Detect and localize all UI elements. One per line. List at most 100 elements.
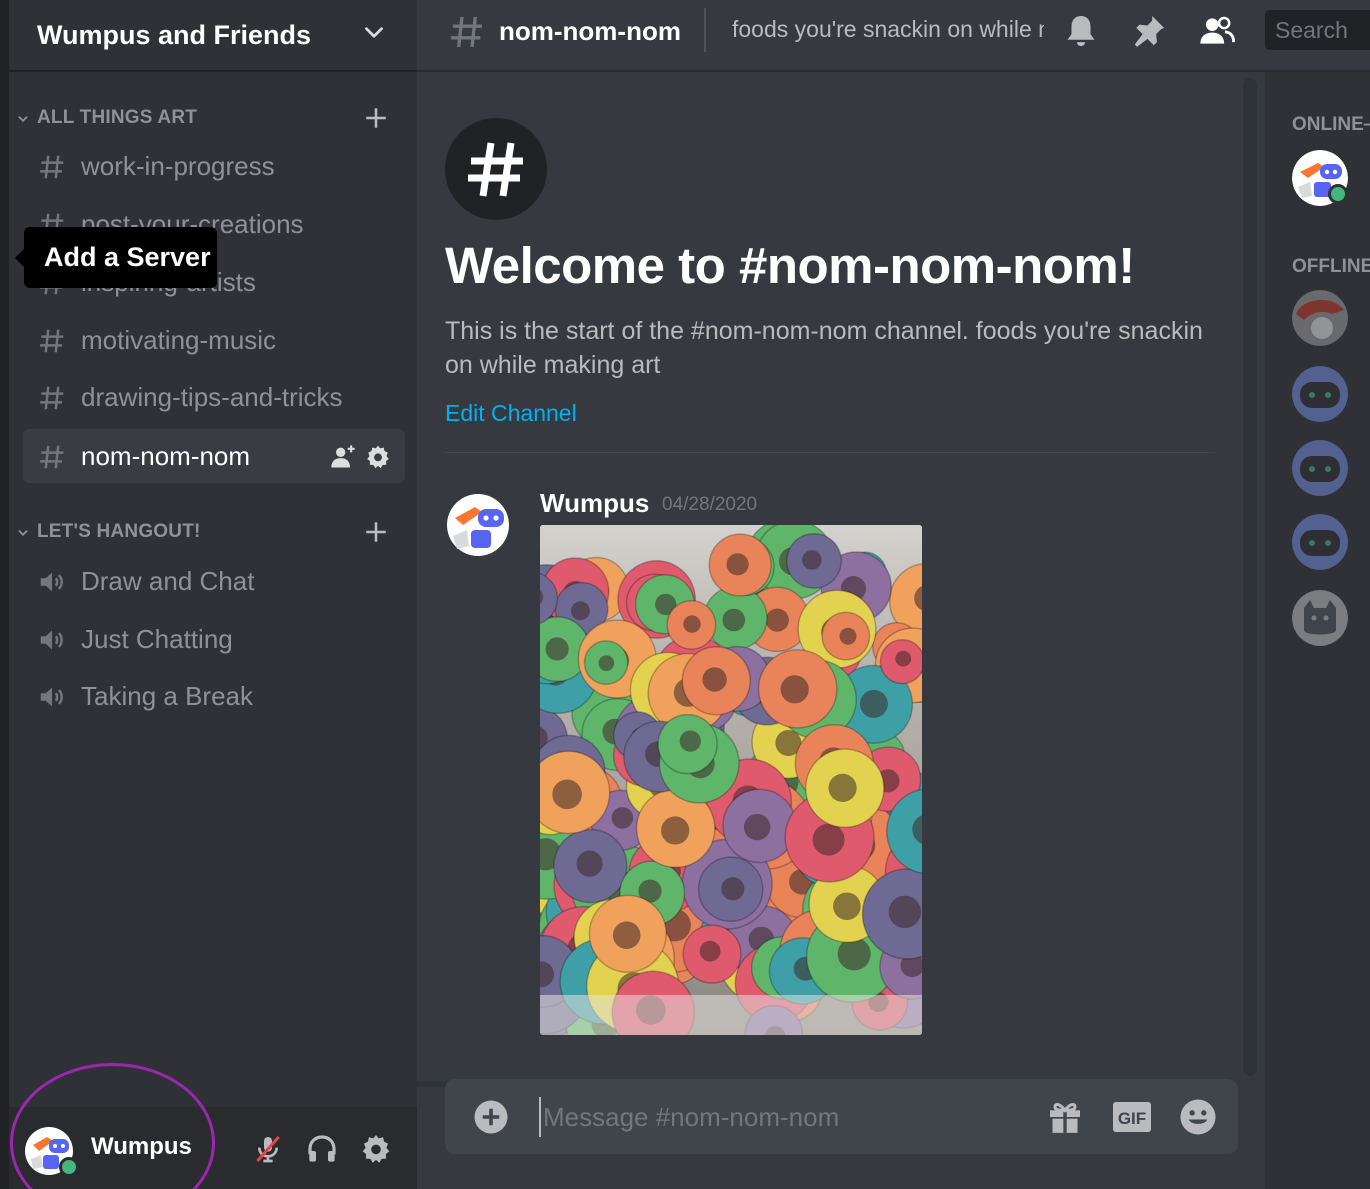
- channel-name: Draw and Chat: [81, 565, 255, 596]
- chat-area: Welcome to #nom-nom-nom! This is the sta…: [417, 72, 1265, 1189]
- channel-name: Taking a Break: [81, 680, 253, 711]
- category-lets-hangout[interactable]: LET'S HANGOUT!: [9, 517, 417, 547]
- channel-name: drawing-tips-and-tricks: [81, 381, 343, 412]
- hashtag-icon: [40, 386, 64, 410]
- notification-bell-icon[interactable]: [1062, 12, 1100, 50]
- emoji-icon[interactable]: [1178, 1097, 1218, 1137]
- channel-header: nom-nom-nom foods you're snackin on whil…: [417, 0, 1370, 72]
- member-avatar-offline[interactable]: [1292, 590, 1348, 646]
- cereal-loop-hole: [828, 773, 857, 802]
- speaker-icon: [40, 687, 63, 707]
- message-author[interactable]: Wumpus: [540, 488, 649, 519]
- cereal-loop-hole: [571, 601, 590, 621]
- hashtag-icon: [40, 445, 64, 469]
- cereal-loop-hole: [661, 816, 690, 845]
- category-label: ALL THINGS ART: [37, 107, 198, 128]
- add-channel-icon[interactable]: [363, 105, 389, 131]
- cereal-photo-attachment[interactable]: [540, 525, 922, 1035]
- scrollbar-horizontal: [417, 1081, 447, 1087]
- cereal-loop-hole: [812, 823, 845, 856]
- gif-picker-icon[interactable]: GIF: [1112, 1097, 1152, 1137]
- pin-icon[interactable]: [1130, 12, 1168, 50]
- divider: [445, 452, 1215, 453]
- server-header[interactable]: Wumpus and Friends: [9, 0, 417, 72]
- cereal-loop-hole: [576, 850, 603, 877]
- channel-nom-nom-nom[interactable]: nom-nom-nom: [23, 429, 405, 483]
- speaker-icon: [40, 630, 63, 650]
- voice-channel-draw-and-chat[interactable]: Draw and Chat: [23, 554, 405, 608]
- message-timestamp: 04/28/2020: [662, 494, 758, 515]
- member-list: ONLINE—1 OFFLINE—5: [1265, 72, 1370, 1189]
- gift-icon[interactable]: [1045, 1097, 1085, 1137]
- channel-name: nom-nom-nom: [81, 440, 251, 471]
- gear-icon[interactable]: [365, 444, 391, 470]
- cereal-loop-hole: [598, 655, 615, 671]
- header-divider: [704, 8, 706, 52]
- chevron-down-icon[interactable]: [361, 20, 387, 46]
- category-label: LET'S HANGOUT!: [37, 521, 201, 542]
- cereal-loop-hole: [612, 921, 641, 949]
- add-server-tooltip: Add a Server: [24, 227, 217, 288]
- member-list-icon[interactable]: [1198, 12, 1236, 50]
- hashtag-icon: [40, 329, 64, 353]
- online-status-indicator: [1328, 184, 1348, 204]
- voice-channel-just-chatting[interactable]: Just Chatting: [23, 612, 405, 666]
- cereal-loop-hole: [545, 637, 569, 661]
- server-list-edge: [0, 0, 9, 1189]
- member-avatar-offline[interactable]: [1292, 366, 1348, 422]
- cereal-loop-hole: [895, 650, 912, 667]
- member-avatar-offline[interactable]: [1292, 290, 1348, 346]
- channel-name: Just Chatting: [81, 623, 233, 654]
- welcome-title: Welcome to #nom-nom-nom!: [445, 237, 1135, 294]
- member-avatar-offline[interactable]: [1292, 514, 1348, 570]
- online-heading: ONLINE—1: [1292, 114, 1370, 135]
- cereal-loop-hole: [722, 608, 746, 632]
- cereal-loop-hole: [888, 895, 921, 929]
- gif-label: GIF: [1118, 1109, 1146, 1128]
- user-settings-gear-icon[interactable]: [360, 1133, 392, 1165]
- message-author-avatar[interactable]: [445, 492, 511, 558]
- hashtag-icon: [468, 142, 523, 197]
- channel-work-in-progress[interactable]: work-in-progress: [23, 139, 405, 193]
- cereal-loop-hole: [683, 615, 701, 633]
- cereal-loop-hole: [859, 689, 888, 718]
- channel-motivating-music[interactable]: motivating-music: [23, 313, 405, 367]
- channel-sidebar: Wumpus and Friends ALL THINGS ART work-i…: [9, 0, 417, 1189]
- mute-microphone-icon[interactable]: [252, 1133, 284, 1165]
- cereal-image: [540, 525, 922, 1035]
- offline-heading: OFFLINE—5: [1292, 256, 1370, 277]
- message-composer: GIF: [445, 1079, 1238, 1154]
- channel-drawing-tips-and-tricks[interactable]: drawing-tips-and-tricks: [23, 370, 405, 424]
- search-input[interactable]: Search: [1265, 10, 1370, 50]
- category-all-things-art[interactable]: ALL THINGS ART: [9, 103, 417, 133]
- hashtag-icon: [451, 16, 482, 48]
- member-avatar-offline[interactable]: [1292, 440, 1348, 496]
- message-input[interactable]: [539, 1097, 1019, 1137]
- cereal-loop-hole: [780, 675, 809, 704]
- channel-name: motivating-music: [81, 324, 277, 355]
- channel-welcome-icon: [445, 118, 547, 220]
- cereal-loop-hole: [743, 813, 771, 841]
- cereal-loop-hole: [833, 892, 861, 921]
- edit-channel-link[interactable]: Edit Channel: [445, 400, 577, 427]
- channel-topic[interactable]: foods you're snackin on while making art: [732, 16, 1044, 43]
- add-channel-icon[interactable]: [363, 519, 389, 545]
- server-name: Wumpus and Friends: [37, 19, 312, 50]
- headphones-icon[interactable]: [306, 1133, 338, 1165]
- cereal-loop-hole: [839, 627, 857, 645]
- welcome-description: This is the start of the #nom-nom-nom ch…: [445, 317, 1203, 379]
- cereal-loop-hole: [679, 730, 701, 752]
- create-invite-icon[interactable]: [329, 443, 357, 471]
- cereal-loop-hole: [802, 550, 822, 570]
- scrollbar[interactable]: [1243, 78, 1257, 1076]
- cereal-loop-hole: [552, 779, 582, 810]
- speaker-icon: [40, 572, 63, 592]
- cereal-loop-hole: [765, 608, 789, 632]
- add-attachment-icon[interactable]: [473, 1099, 509, 1135]
- voice-channel-taking-a-break[interactable]: Taking a Break: [23, 669, 405, 723]
- cereal-loop-hole: [699, 940, 721, 962]
- channel-name: work-in-progress: [81, 150, 275, 181]
- cereal-loop-hole: [726, 553, 749, 576]
- cereal-loop-hole: [702, 667, 727, 692]
- discord-app: Wumpus and Friends ALL THINGS ART work-i…: [0, 0, 1370, 1189]
